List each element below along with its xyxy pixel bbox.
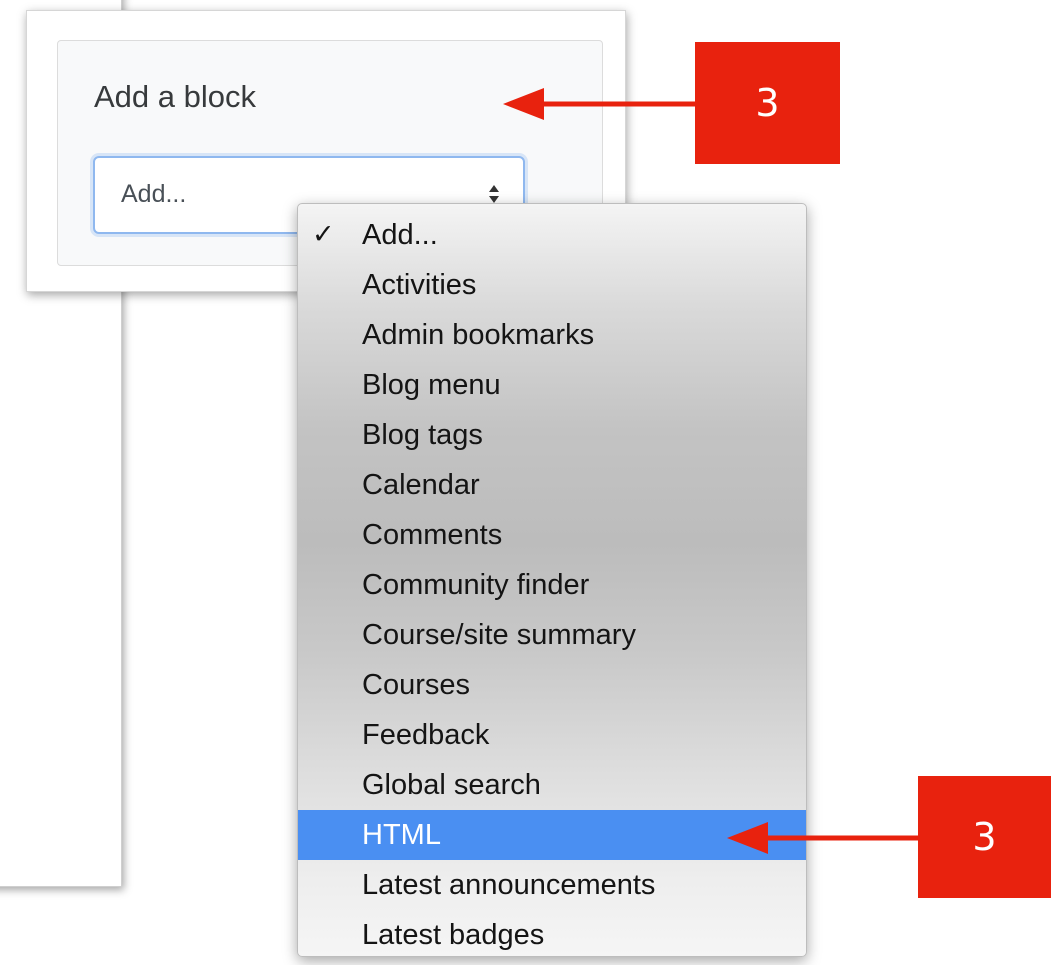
dropdown-item[interactable]: Community finder [298,560,806,610]
dropdown-item[interactable]: Courses [298,660,806,710]
dropdown-item[interactable]: HTML [298,810,806,860]
dropdown-item[interactable]: Global search [298,760,806,810]
dropdown-item-label: Latest announcements [362,869,656,901]
screenshot-stage: Add a block Add... ✓ Add... Activities Admi… [0,0,1051,965]
dropdown-item[interactable]: ✓ Add... [298,210,806,260]
dropdown-item-label: Blog tags [362,419,483,451]
dropdown-item-label: Global search [362,769,541,801]
dropdown-item-label: Course/site summary [362,619,636,651]
dropdown-item[interactable]: Comments [298,510,806,560]
step-callout-bottom: 3 [918,776,1051,898]
step-callout-top: 3 [695,42,840,164]
dropdown-list: ✓ Add... Activities Admin bookmarks Blog men… [298,204,806,956]
dropdown-item-label: Calendar [362,469,480,501]
dropdown-item[interactable]: Blog menu [298,360,806,410]
dropdown-item-label: Activities [362,269,477,301]
dropdown-item-label: Add... [362,219,438,251]
dropdown-item[interactable]: Feedback [298,710,806,760]
dropdown-item-label: Latest badges [362,919,545,951]
dropdown-item[interactable]: Calendar [298,460,806,510]
dropdown-item-label: Community finder [362,569,590,601]
dropdown-item-label: Comments [362,519,503,551]
dropdown-item[interactable]: Course/site summary [298,610,806,660]
dropdown-item[interactable]: Admin bookmarks [298,310,806,360]
add-block-title: Add a block [94,79,256,114]
dropdown-item-label: Blog menu [362,369,501,401]
dropdown-item[interactable]: Blog tags [298,410,806,460]
dropdown-item-label: Feedback [362,719,490,751]
checkmark-icon: ✓ [312,219,335,250]
dropdown-item-label: Admin bookmarks [362,319,595,351]
add-block-dropdown: ✓ Add... Activities Admin bookmarks Blog men… [297,203,807,957]
dropdown-item[interactable]: Latest badges [298,910,806,956]
dropdown-item-label: Courses [362,669,470,701]
dropdown-item[interactable]: Activities [298,260,806,310]
dropdown-item[interactable]: Latest announcements [298,860,806,910]
select-current-value: Add... [121,180,187,208]
dropdown-item-label: HTML [362,819,441,851]
